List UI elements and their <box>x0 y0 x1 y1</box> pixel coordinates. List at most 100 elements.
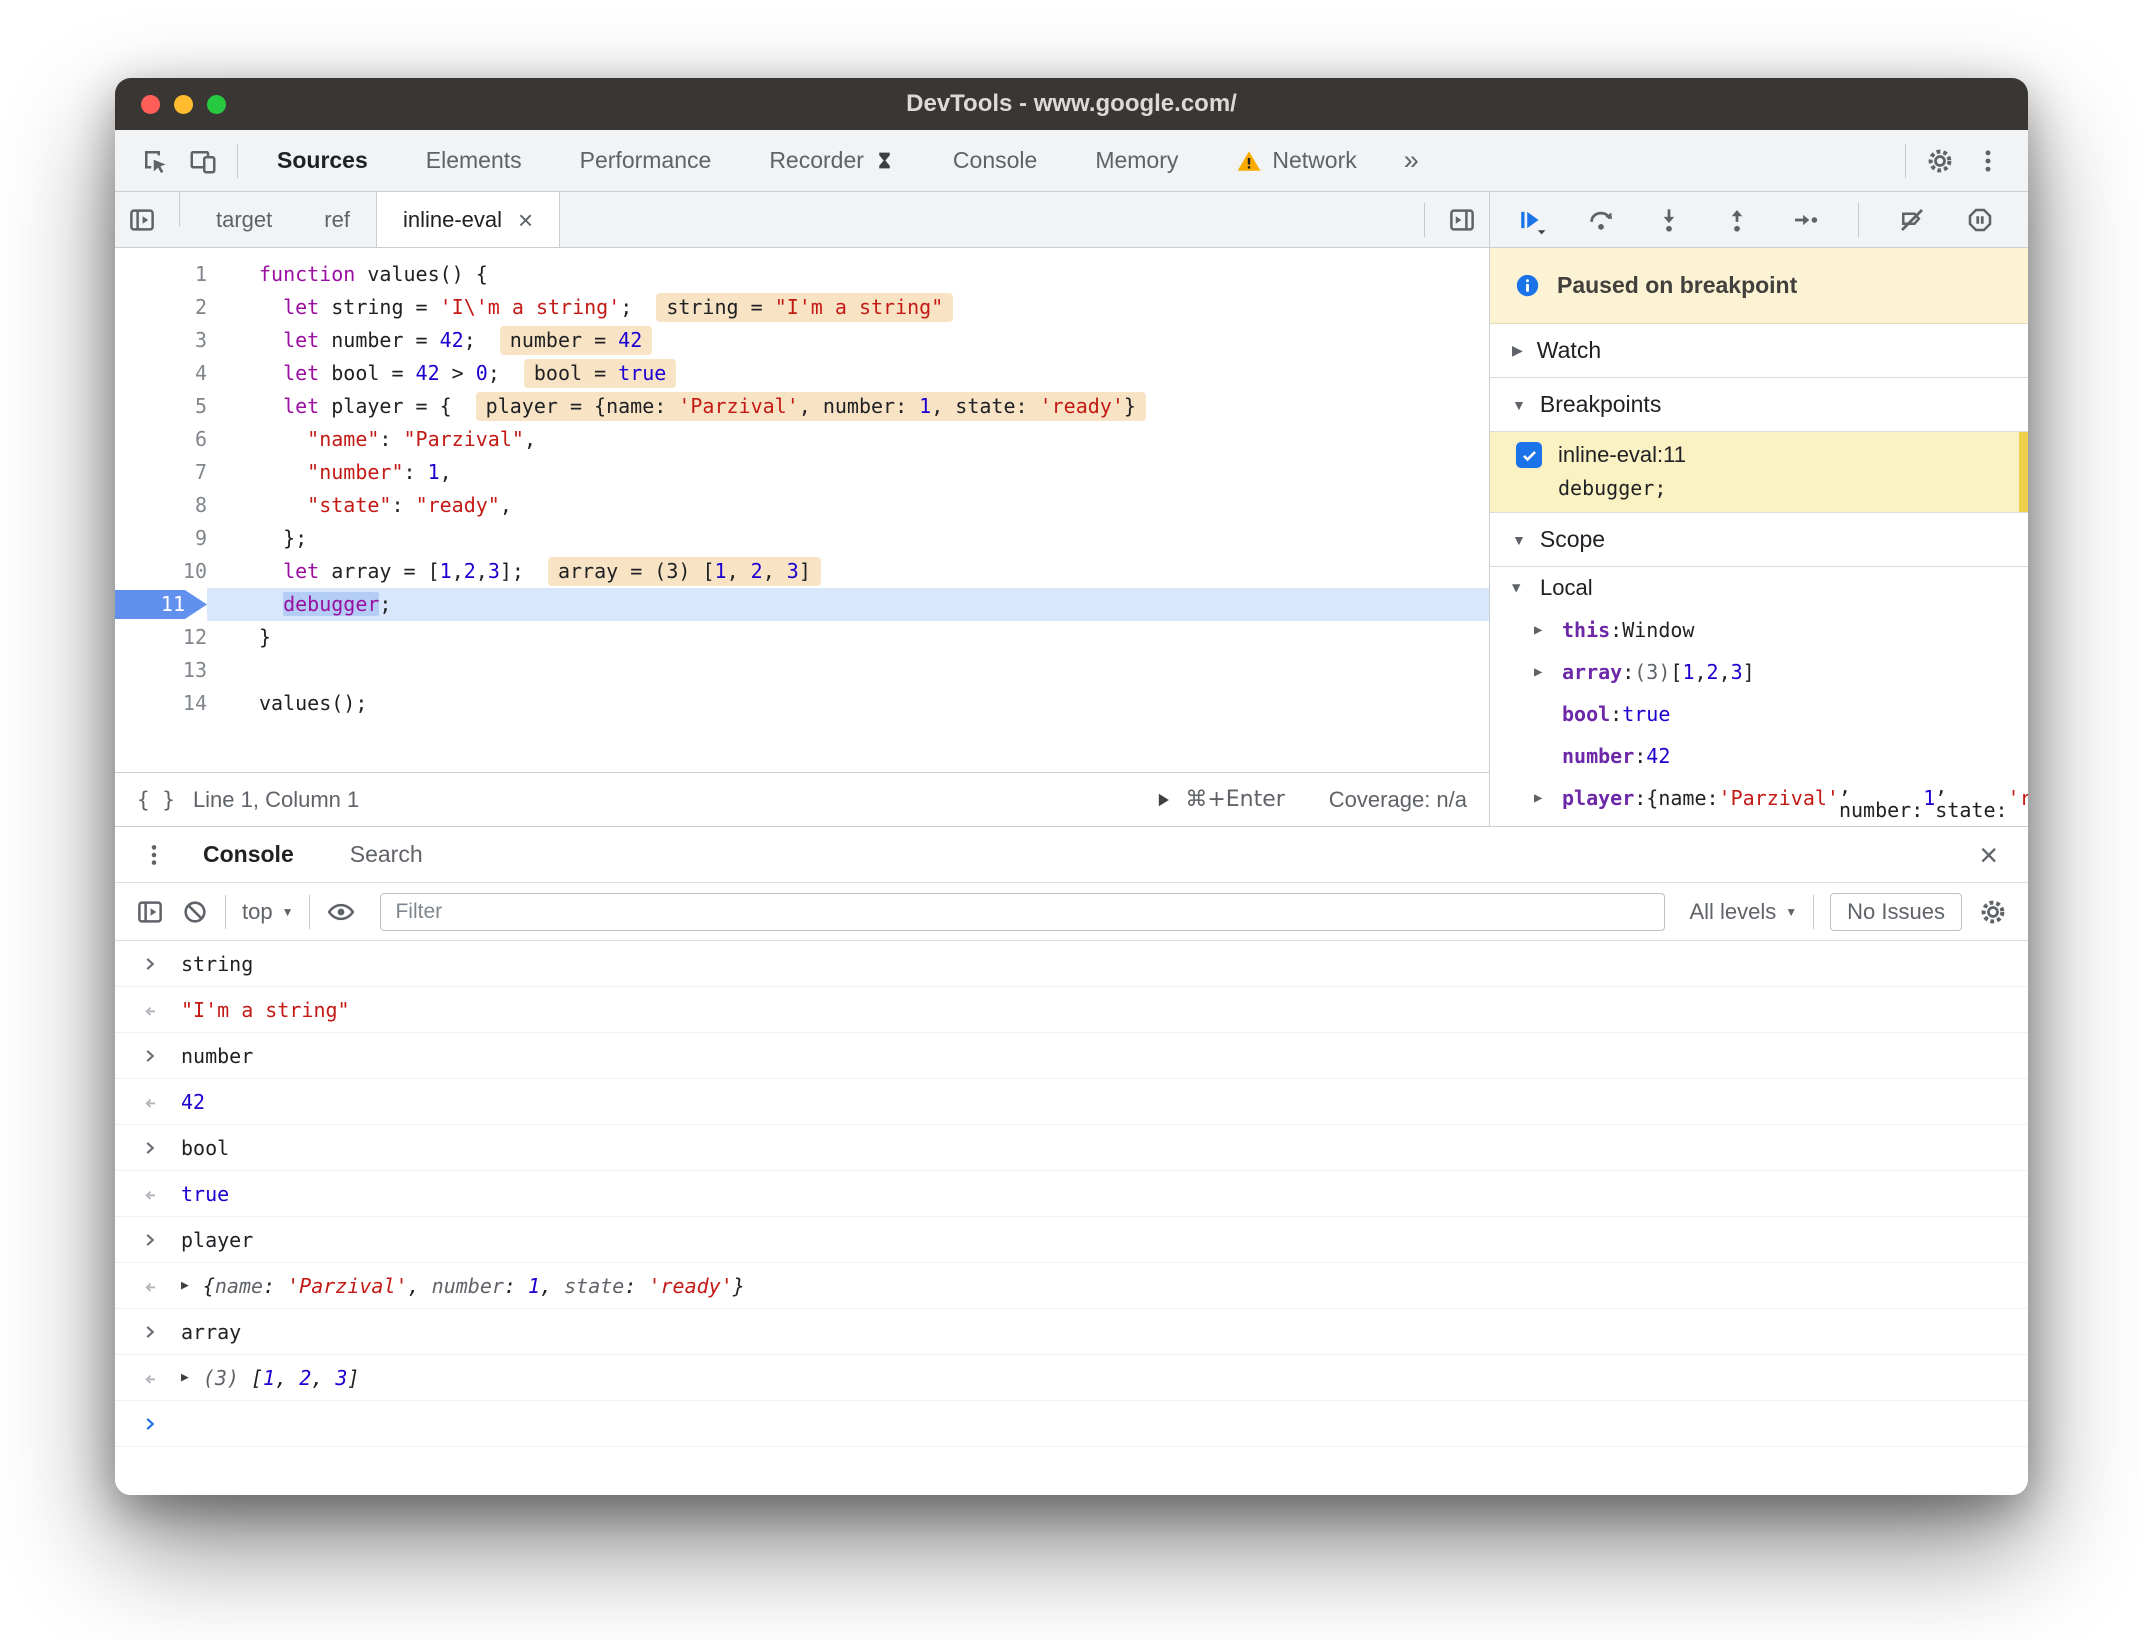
line-number[interactable]: 4 <box>115 357 207 390</box>
line-number[interactable]: 11 <box>115 588 207 621</box>
code-token: ] <box>798 559 811 583</box>
expand-arrow-icon[interactable]: ▶ <box>1534 664 1562 680</box>
line-number[interactable]: 8 <box>115 489 207 522</box>
breakpoint-checkbox[interactable] <box>1516 442 1542 468</box>
device-toolbar-icon[interactable] <box>179 138 227 184</box>
close-file-icon[interactable]: × <box>518 207 533 233</box>
tab-elements[interactable]: Elements <box>397 130 551 191</box>
pause-on-exceptions-icon[interactable] <box>1965 205 1995 235</box>
drawer-tab-console[interactable]: Console <box>175 827 322 882</box>
expand-arrow-icon[interactable]: ▼ <box>1512 580 1540 596</box>
code-token: 'ready' <box>1039 394 1124 418</box>
js-context-selector[interactable]: top ▼ <box>242 899 293 925</box>
live-expression-eye-icon[interactable] <box>326 897 356 927</box>
scope-section-header[interactable]: ▼ Scope <box>1490 513 2028 567</box>
line-number[interactable]: 6 <box>115 423 207 456</box>
scope-tree: ▼ Local ▶ this: Window ▶ array: (3) [1, 2, 3]… <box>1490 567 2028 826</box>
file-tab-ref[interactable]: ref <box>298 192 376 247</box>
step-icon[interactable] <box>1790 205 1820 235</box>
code-token: player <box>181 1227 254 1252</box>
code-line-11: 11 debugger; <box>115 588 1489 621</box>
code-token: name <box>214 1273 264 1298</box>
expand-arrow-icon[interactable]: ▶ <box>181 1278 189 1293</box>
line-number[interactable]: 7 <box>115 456 207 489</box>
tab-performance[interactable]: Performance <box>551 130 741 191</box>
expand-arrow-icon[interactable]: ▶ <box>1534 622 1562 638</box>
tab-console[interactable]: Console <box>924 130 1066 191</box>
code-token: 42 <box>415 361 440 385</box>
line-number[interactable]: 12 <box>115 621 207 654</box>
expand-arrow-icon[interactable]: ▶ <box>181 1370 189 1385</box>
toolbar-separator <box>1905 143 1906 178</box>
code-text: } <box>207 621 1489 654</box>
line-number[interactable]: 14 <box>115 687 207 720</box>
code-token: "state" <box>307 493 392 517</box>
code-token: 3 <box>1730 660 1743 684</box>
clear-console-icon[interactable] <box>181 898 209 926</box>
close-drawer-icon[interactable]: × <box>1967 839 2010 871</box>
code-editor[interactable]: 1 function values() {2 let string = 'I\'m… <box>115 248 1489 772</box>
console-settings-gear-icon[interactable] <box>1978 897 2008 927</box>
step-out-icon[interactable] <box>1722 205 1752 235</box>
more-tabs-button[interactable]: » <box>1386 145 1437 176</box>
line-number[interactable]: 2 <box>115 291 207 324</box>
kebab-menu-icon[interactable] <box>1964 138 2012 184</box>
toggle-console-sidebar-icon[interactable] <box>135 897 165 927</box>
tab-network[interactable]: Network <box>1207 130 1385 191</box>
code-token: values(); <box>259 691 368 715</box>
line-number[interactable]: 13 <box>115 654 207 687</box>
code-token: bool <box>181 1135 230 1160</box>
filter-input[interactable] <box>380 892 1666 931</box>
expanded-arrow-icon[interactable]: ▼ <box>1512 397 1526 413</box>
file-tab-target[interactable]: target <box>190 192 298 247</box>
line-number[interactable]: 1 <box>115 258 207 291</box>
drawer-tab-bar: Console Search × <box>115 827 2028 883</box>
file-tab-inline-eval[interactable]: inline-eval × <box>375 192 561 247</box>
code-token: , <box>1694 660 1707 684</box>
code-token: 1 <box>919 394 932 418</box>
expand-arrow-icon[interactable]: ▶ <box>1534 790 1562 806</box>
line-number[interactable]: 10 <box>115 555 207 588</box>
watch-section-header[interactable]: ▶ Watch <box>1490 324 2028 378</box>
code-token: : <box>1610 702 1623 726</box>
code-line-10: 10 let array = [1,2,3]; array = (3) [1, 2… <box>115 555 1489 588</box>
console-result: ▶ (3) [1, 2, 3] <box>115 1355 2028 1401</box>
result-arrow-icon <box>139 1091 181 1113</box>
breakpoints-section-header[interactable]: ▼ Breakpoints <box>1490 378 2028 432</box>
resume-script-icon[interactable] <box>1514 205 1548 235</box>
collapsed-arrow-icon[interactable]: ▶ <box>1512 342 1523 359</box>
deactivate-breakpoints-icon[interactable] <box>1897 205 1927 235</box>
console-prompt[interactable] <box>115 1401 2028 1447</box>
drawer-kebab-menu-icon[interactable] <box>133 833 175 877</box>
drawer-tab-search[interactable]: Search <box>322 827 451 882</box>
step-over-icon[interactable] <box>1586 205 1616 235</box>
pretty-print-icon[interactable]: { } <box>137 788 175 812</box>
toggle-debugger-sidebar-icon[interactable] <box>1435 205 1489 235</box>
line-number[interactable]: 3 <box>115 324 207 357</box>
breakpoint-entry[interactable]: inline-eval:11 debugger; <box>1490 432 2028 513</box>
code-token: "ready" <box>415 493 500 517</box>
code-token: number <box>181 1043 254 1068</box>
code-token: 1 <box>714 559 727 583</box>
code-token: , <box>726 559 751 583</box>
toggle-navigator-sidebar-icon[interactable] <box>115 192 169 247</box>
code-token: : <box>1622 660 1635 684</box>
log-levels-dropdown[interactable]: All levels ▼ <box>1689 899 1797 925</box>
code-token: , <box>439 460 452 484</box>
code-token: {name: <box>1646 786 1719 810</box>
prompt-chevron-icon <box>139 1413 181 1435</box>
tab-memory[interactable]: Memory <box>1066 130 1207 191</box>
step-into-icon[interactable] <box>1654 205 1684 235</box>
tab-recorder[interactable]: Recorder <box>740 130 924 191</box>
line-number[interactable]: 5 <box>115 390 207 423</box>
settings-gear-icon[interactable] <box>1916 138 1964 184</box>
issues-counter-button[interactable]: No Issues <box>1830 892 1962 931</box>
expanded-arrow-icon[interactable]: ▼ <box>1512 532 1526 548</box>
tab-sources[interactable]: Sources <box>248 130 397 191</box>
inspect-icon[interactable] <box>131 138 179 184</box>
line-number[interactable]: 9 <box>115 522 207 555</box>
console-text: "I'm a string" <box>181 998 350 1022</box>
chevron-down-icon: ▼ <box>1785 904 1798 919</box>
